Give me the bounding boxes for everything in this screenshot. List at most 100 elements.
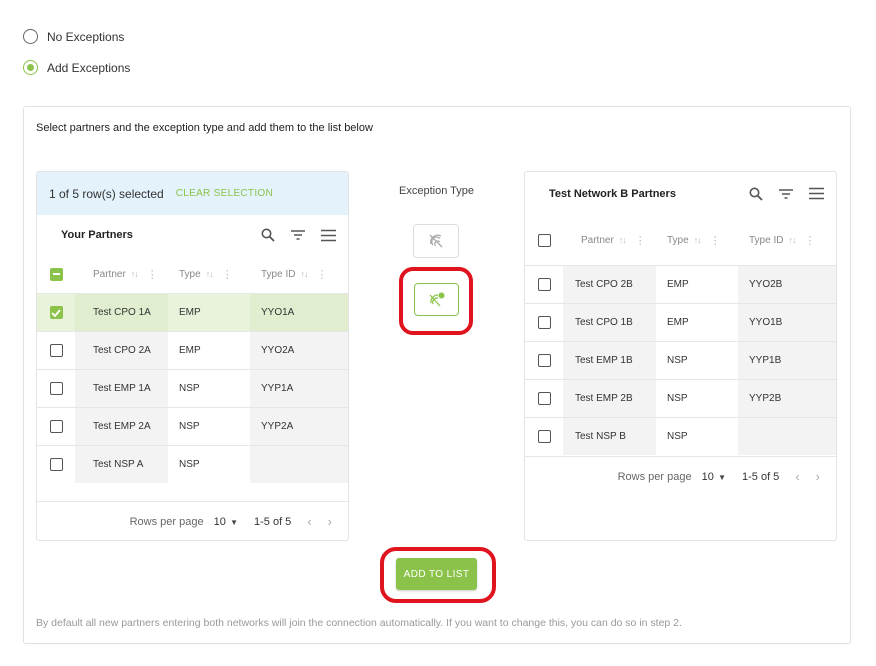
network-b-partners-table: Test Network B Partners Partner ↑↓ ⋮ Type ↑… [524,171,837,541]
select-all-checkbox[interactable] [537,233,551,247]
prev-page-icon[interactable]: ‹ [795,469,799,484]
next-page-icon[interactable]: › [816,469,820,484]
cell-type-id: YYP1A [250,370,348,407]
rows-per-page-select[interactable]: 10 ▼ [214,516,238,528]
column-header-type[interactable]: Type ↑↓ ⋮ [179,268,233,281]
table-row[interactable]: Test CPO 2B EMP YYO2B [525,265,836,303]
row-checkbox[interactable] [49,344,63,357]
sort-icon: ↑↓ [205,269,214,279]
filter-icon[interactable] [778,186,794,202]
column-header-type-id[interactable]: Type ID ↑↓ ⋮ [749,234,815,247]
panel-instruction: Select partners and the exception type a… [36,122,373,134]
column-menu-icon: ⋮ [804,234,816,247]
highlight-ring [399,267,473,335]
cell-type-id: YYO1A [250,294,348,331]
sort-icon: ↑↓ [788,235,796,245]
cell-type-id: YYO2A [250,332,348,369]
cell-type: NSP [179,421,200,432]
row-checkbox[interactable] [49,458,63,471]
filter-icon[interactable] [290,227,306,243]
table-title: Your Partners [61,229,133,241]
cell-partner: Test NSP A [75,446,168,483]
table-row[interactable]: Test NSP A NSP [37,445,348,483]
table-row[interactable]: Test CPO 1A EMP YYO1A [37,293,348,331]
cell-type: NSP [179,459,200,470]
cell-type: EMP [667,279,689,290]
column-menu-icon: ⋮ [316,268,328,281]
table-row[interactable]: Test CPO 1B EMP YYO1B [525,303,836,341]
table-row[interactable]: Test EMP 2B NSP YYP2B [525,379,836,417]
cell-partner: Test CPO 1A [75,294,168,331]
row-checkbox-checked[interactable] [49,306,63,319]
radio-button[interactable] [23,29,38,44]
cell-partner: Test EMP 2A [75,408,168,445]
cell-type-id: YYO2B [738,266,836,303]
pagination: Rows per page 10 ▼ 1-5 of 5 ‹ › [525,456,836,496]
cell-partner: Test CPO 2B [563,266,656,303]
table-row[interactable]: Test EMP 2A NSP YYP2A [37,407,348,445]
row-checkbox[interactable] [49,382,63,395]
radio-button-selected[interactable] [23,60,38,75]
table-row[interactable]: Test NSP B NSP [525,417,836,455]
cell-type: EMP [179,307,201,318]
cell-partner: Test CPO 2A [75,332,168,369]
exception-type-title: Exception Type [399,185,475,197]
table-header: Your Partners [37,215,348,255]
row-checkbox[interactable] [537,316,551,329]
cell-type-id: YYO1B [738,304,836,341]
table-title: Test Network B Partners [549,187,676,200]
row-checkbox[interactable] [537,392,551,405]
column-header-type[interactable]: Type ↑↓ ⋮ [667,234,721,247]
cell-type: NSP [179,383,200,394]
row-checkbox[interactable] [49,420,63,433]
radio-add-exceptions[interactable]: Add Exceptions [23,60,130,75]
table-header: Test Network B Partners [525,172,836,215]
search-icon[interactable] [260,227,276,243]
exception-option-block[interactable] [413,224,459,258]
page-range: 1-5 of 5 [742,470,780,483]
table-row[interactable]: Test CPO 2A EMP YYO2A [37,331,348,369]
page-range: 1-5 of 5 [254,515,292,528]
sort-icon: ↑↓ [693,235,702,245]
rows-per-page-select[interactable]: 10 ▼ [702,471,726,483]
radio-no-exceptions[interactable]: No Exceptions [23,29,124,44]
row-checkbox[interactable] [537,430,551,443]
your-partners-table: 1 of 5 row(s) selected CLEAR SELECTION Y… [36,171,349,541]
column-menu-icon: ⋮ [634,234,646,247]
row-checkbox[interactable] [537,278,551,291]
cell-type: NSP [667,431,688,442]
rows-per-page-label: Rows per page [129,515,204,528]
footer-note: By default all new partners entering bot… [36,617,682,629]
search-icon[interactable] [748,186,764,202]
clear-selection-button[interactable]: CLEAR SELECTION [176,188,273,199]
cell-partner: Test EMP 2B [563,380,656,417]
pagination: Rows per page 10 ▼ 1-5 of 5 ‹ › [37,501,348,540]
cell-partner: Test NSP B [563,418,656,455]
sort-icon: ↑↓ [300,269,308,279]
selection-count: 1 of 5 row(s) selected [49,186,164,201]
radio-label: Add Exceptions [47,60,131,75]
cell-partner: Test CPO 1B [563,304,656,341]
crossed-out-signal-icon [429,234,443,248]
column-menu-icon: ⋮ [221,268,233,281]
column-header-row: Partner ↑↓ ⋮ Type ↑↓ ⋮ Type ID ↑↓ ⋮ [37,255,348,293]
cell-partner: Test EMP 1A [75,370,168,407]
cell-partner: Test EMP 1B [563,342,656,379]
menu-icon[interactable] [320,227,336,243]
row-checkbox[interactable] [537,354,551,367]
prev-page-icon[interactable]: ‹ [307,514,311,529]
caret-down-icon: ▼ [227,517,238,527]
cell-type: EMP [667,317,689,328]
column-header-partner[interactable]: Partner ↑↓ ⋮ [93,268,158,281]
cell-type-id: YYP2A [250,408,348,445]
column-header-type-id[interactable]: Type ID ↑↓ ⋮ [261,268,327,281]
next-page-icon[interactable]: › [328,514,332,529]
select-all-checkbox[interactable] [49,267,63,281]
table-row[interactable]: Test EMP 1A NSP YYP1A [37,369,348,407]
menu-icon[interactable] [808,186,824,202]
column-header-partner[interactable]: Partner ↑↓ ⋮ [581,234,646,247]
cell-type: NSP [667,393,688,404]
column-menu-icon: ⋮ [146,268,158,281]
cell-type-id [250,446,348,483]
table-row[interactable]: Test EMP 1B NSP YYP1B [525,341,836,379]
